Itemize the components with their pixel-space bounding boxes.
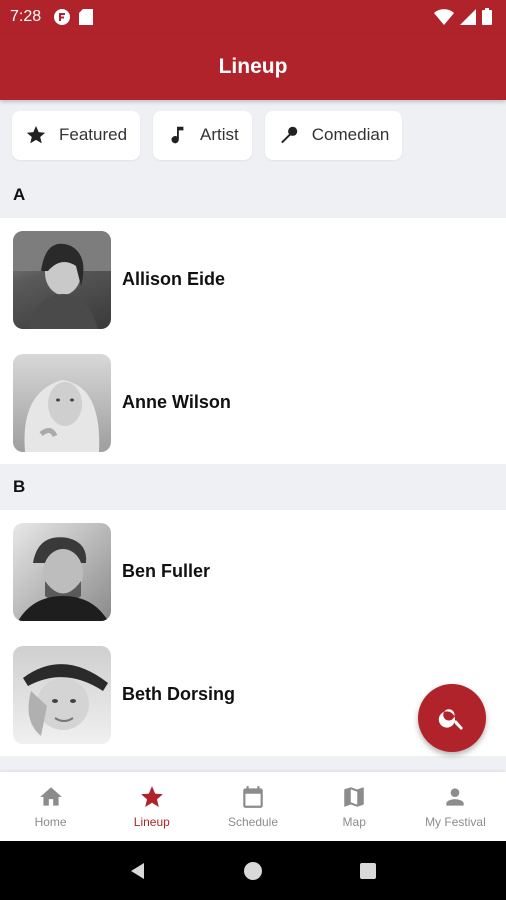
wifi-icon [434, 8, 454, 25]
section-header-b: B [0, 464, 506, 510]
nav-item-schedule[interactable]: Schedule [202, 772, 303, 841]
list-item[interactable]: Allison Eide [0, 218, 506, 341]
nav-item-label: Lineup [133, 815, 170, 829]
search-button[interactable] [418, 684, 486, 752]
signal-icon [460, 8, 476, 25]
avatar [13, 522, 111, 621]
back-icon[interactable] [128, 861, 148, 881]
nav-item-label: Map [342, 815, 366, 829]
star-icon [140, 786, 163, 807]
filter-chips: Featured Artist Comedian [0, 100, 506, 170]
section-header-a: A [0, 172, 506, 218]
recents-icon[interactable] [358, 861, 378, 881]
home-icon [39, 787, 62, 806]
microphone-icon [280, 126, 298, 144]
filter-chip-comedian[interactable]: Comedian [264, 110, 403, 160]
nav-item-map[interactable]: Map [304, 772, 405, 841]
list-item[interactable]: Ben Fuller [0, 510, 506, 633]
notification-app-icon [54, 8, 71, 25]
filter-chip-label: Featured [59, 125, 128, 144]
calendar-icon [243, 786, 263, 808]
nav-item-home[interactable]: Home [0, 772, 101, 841]
nav-item-label: Home [34, 815, 67, 829]
nav-item-label: My Festival [425, 815, 486, 829]
status-time: 7:28 [10, 7, 42, 25]
list-item[interactable]: Anne Wilson [0, 341, 506, 464]
artist-name: Anne Wilson [122, 392, 231, 412]
status-bar: 7:28 [0, 0, 506, 33]
home-circle-icon[interactable] [243, 861, 263, 881]
avatar [13, 230, 111, 329]
nav-item-my-festival[interactable]: My Festival [405, 772, 506, 841]
artist-name: Beth Dorsing [122, 684, 236, 704]
star-icon [26, 125, 46, 144]
person-icon [446, 788, 465, 806]
map-icon [344, 787, 364, 807]
filter-chip-label: Artist [200, 125, 239, 144]
avatar [13, 353, 111, 452]
battery-icon [482, 8, 492, 25]
page-title: Lineup [218, 54, 288, 78]
sd-card-icon [79, 8, 94, 25]
search-icon [438, 709, 463, 730]
artist-name: Allison Eide [122, 269, 226, 289]
filter-chip-featured[interactable]: Featured [12, 110, 141, 160]
system-nav-bar [0, 841, 506, 900]
app-bar: Lineup [0, 33, 506, 100]
nav-item-label: Schedule [227, 815, 279, 829]
filter-chip-label: Comedian [311, 125, 390, 144]
artist-name: Ben Fuller [122, 561, 211, 581]
music-note-icon [171, 126, 184, 144]
avatar [13, 645, 111, 744]
bottom-nav: Home Lineup Schedule Map My Festival [0, 772, 506, 841]
nav-item-lineup[interactable]: Lineup [101, 772, 202, 841]
filter-chip-artist[interactable]: Artist [153, 110, 252, 160]
